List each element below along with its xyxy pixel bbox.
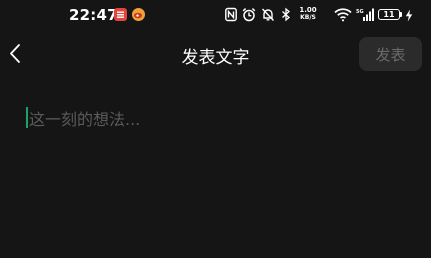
- screen: 22:47 1.00 KB/S 5G 11 发表文字 发表 这一刻的想法...: [0, 0, 431, 258]
- weibo-icon: [132, 8, 145, 21]
- mute-icon: [261, 8, 275, 21]
- wifi-icon: [334, 8, 352, 22]
- editor-placeholder: 这一刻的想法...: [29, 110, 141, 129]
- network-speed-value: 1.00: [299, 6, 317, 14]
- signal-icon: 5G: [356, 8, 374, 21]
- text-caret: [26, 107, 28, 128]
- network-speed-unit: KB/S: [300, 14, 316, 21]
- publish-button[interactable]: 发表: [359, 37, 422, 71]
- network-speed: 1.00 KB/S: [297, 6, 319, 22]
- nfc-icon: [225, 7, 237, 22]
- battery-tip: [400, 12, 402, 17]
- status-time: 22:47: [69, 6, 118, 24]
- app-notification-icon: [114, 8, 127, 21]
- status-bar: 22:47 1.00 KB/S 5G 11: [0, 0, 431, 30]
- svg-text:5G: 5G: [356, 9, 364, 15]
- header: 发表文字 发表: [0, 33, 431, 75]
- alarm-icon: [242, 8, 256, 22]
- charging-icon: [405, 9, 413, 22]
- bluetooth-icon: [282, 7, 290, 22]
- text-editor[interactable]: 这一刻的想法...: [26, 103, 406, 243]
- battery-indicator: 11: [378, 9, 400, 20]
